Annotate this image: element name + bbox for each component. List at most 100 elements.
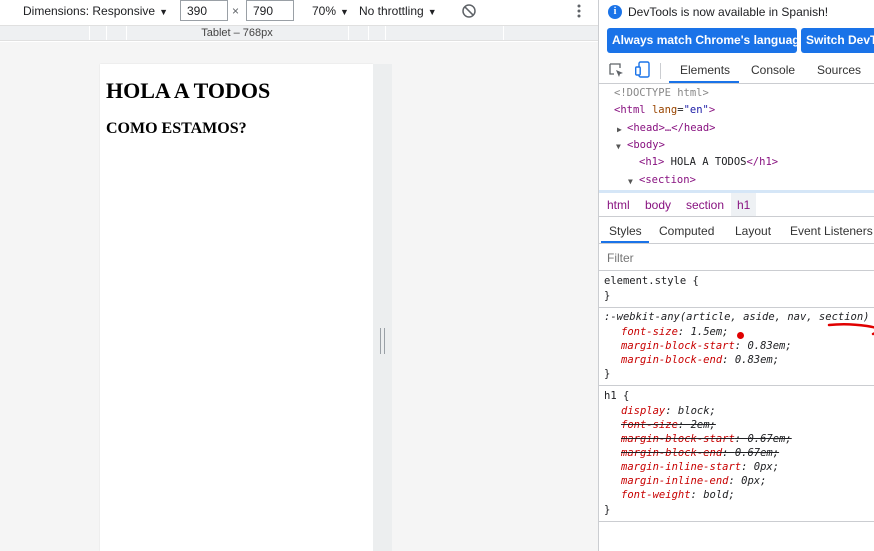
styles-filter-input[interactable] [607, 251, 857, 265]
property-name: margin-block-start [621, 340, 735, 352]
resize-handle-icon[interactable] [380, 328, 385, 354]
style-rule-element[interactable]: element.style { } [599, 272, 874, 308]
throttling-label: No throttling [359, 4, 424, 18]
chevron-down-icon: ▼ [340, 7, 349, 17]
filter-bar [599, 245, 874, 271]
rule-selector: element.style { [604, 275, 699, 287]
style-property[interactable]: margin-inline-end: 0px; [621, 474, 766, 488]
language-infobar: i DevTools is now available in Spanish! … [599, 0, 874, 58]
dom-node-body[interactable]: <body> [627, 137, 665, 154]
infobar-message: DevTools is now available in Spanish! [628, 5, 829, 19]
style-property-overridden[interactable]: margin-block-end: 0.67em; [621, 446, 779, 460]
rotate-icon[interactable] [461, 3, 477, 19]
tab-styles[interactable]: Styles [609, 224, 642, 238]
style-rule-h1[interactable]: h1 { display: block; font-size: 2em; mar… [599, 386, 874, 522]
tab-computed[interactable]: Computed [659, 224, 714, 238]
inspect-element-icon[interactable] [609, 63, 624, 78]
dom-node-h1[interactable]: <h1> HOLA A TODOS</h1> [639, 154, 778, 171]
breadcrumb-section[interactable]: section [686, 198, 724, 212]
chevron-down-icon: ▼ [427, 7, 437, 17]
dom-node-doctype[interactable]: <!DOCTYPE html> [614, 85, 709, 102]
devtools-panel: i DevTools is now available in Spanish! … [598, 0, 874, 551]
times-symbol: × [232, 4, 240, 18]
height-input[interactable] [246, 0, 294, 21]
collapsed-arrow-icon[interactable]: ▶ [617, 121, 622, 138]
dom-node-head[interactable]: <head>…</head> [627, 120, 716, 137]
tab-console[interactable]: Console [751, 63, 795, 77]
head-tag: <head>…</head> [627, 122, 716, 134]
rule-selector: h1 { [604, 390, 630, 402]
annotation-underline [827, 322, 874, 336]
dom-node-section[interactable]: <section> [639, 172, 696, 189]
viewport-area: HOLA A TODOS COMO ESTAMOS? [0, 42, 598, 551]
expanded-arrow-icon[interactable]: ▼ [616, 138, 621, 155]
property-name: font-size [621, 419, 678, 431]
device-toolbar: Dimensions: Responsive▼ × 70%▼ No thrott… [0, 0, 598, 22]
style-property[interactable]: font-size: 1.5em; [621, 325, 729, 339]
property-value: 1.5em; [690, 326, 729, 338]
chevron-down-icon: ▼ [159, 7, 168, 17]
breadcrumb-html[interactable]: html [607, 198, 630, 212]
media-segment[interactable] [503, 26, 504, 40]
property-value: 0.83em; [734, 354, 780, 366]
styles-tabbar: Styles Computed Layout Event Listeners [599, 218, 874, 244]
dimensions-dropdown[interactable]: Dimensions: Responsive ▼ [23, 4, 168, 18]
style-property-overridden[interactable]: font-size: 2em; [621, 418, 716, 432]
device-toggle-icon[interactable] [635, 61, 650, 78]
property-value: bold; [703, 489, 735, 501]
property-value: block; [677, 405, 716, 417]
more-options-icon[interactable] [574, 2, 584, 20]
property-value: 0px; [741, 475, 767, 487]
tab-layout[interactable]: Layout [735, 224, 771, 238]
style-rule-webkit-any[interactable]: :-webkit-any(article, aside, nav, sectio… [599, 308, 874, 386]
tab-sources[interactable]: Sources [817, 63, 861, 77]
style-property[interactable]: font-weight: bold; [621, 488, 735, 502]
rule-close-brace: } [604, 504, 611, 516]
media-query-label: Tablet – 768px [201, 27, 273, 39]
dom-node-html[interactable]: <html lang="en"> [614, 102, 715, 119]
rule-close-brace: } [604, 368, 611, 380]
style-property[interactable]: margin-block-start: 0.83em; [621, 339, 792, 353]
tab-elements[interactable]: Elements [680, 63, 730, 77]
breadcrumb-body[interactable]: body [645, 198, 671, 212]
style-property[interactable]: margin-block-end: 0.83em; [621, 353, 779, 367]
expanded-arrow-icon[interactable]: ▼ [628, 173, 633, 190]
active-tab-indicator [601, 241, 649, 243]
zoom-label: 70% [312, 4, 337, 18]
device-emulation-pane: Dimensions: Responsive▼ × 70%▼ No thrott… [0, 0, 598, 551]
zoom-dropdown[interactable]: 70% ▼ [312, 4, 349, 18]
throttling-dropdown[interactable]: No throttling ▼ [359, 4, 437, 18]
property-name: margin-block-end [621, 447, 723, 459]
rule-close-brace: } [604, 290, 611, 302]
property-name: font-weight [621, 489, 691, 501]
emulated-page[interactable]: HOLA A TODOS COMO ESTAMOS? [100, 64, 373, 551]
property-value: 0px; [753, 461, 780, 473]
h1-close-tag: </h1> [746, 156, 779, 168]
property-name: margin-block-end [621, 354, 723, 366]
style-property-overridden[interactable]: margin-block-start: 0.67em; [621, 432, 792, 446]
width-input[interactable] [180, 0, 228, 21]
property-value: 0.67em; [734, 447, 780, 459]
breadcrumb-h1[interactable]: h1 [731, 193, 757, 216]
resize-strip[interactable] [373, 64, 392, 551]
property-value: 2em; [690, 419, 716, 431]
switch-language-button[interactable]: Switch DevTools to Spanish [801, 28, 874, 53]
dimensions-label: Dimensions: Responsive [23, 4, 156, 18]
property-name: font-size [621, 326, 678, 338]
property-value: 0.83em; [747, 340, 792, 352]
tag-close: > [708, 104, 716, 116]
h1-text: HOLA A TODOS [664, 156, 747, 168]
always-match-language-button[interactable]: Always match Chrome's language [607, 28, 797, 53]
property-name: display [621, 405, 666, 417]
style-property[interactable]: display: block; [621, 404, 716, 418]
property-name: margin-inline-start [621, 461, 742, 473]
info-icon: i [608, 5, 622, 19]
style-property[interactable]: margin-inline-start: 0px; [621, 460, 779, 474]
lang-attribute: lang [651, 104, 678, 116]
property-name: margin-block-start [621, 433, 735, 445]
body-open-tag: <body> [627, 139, 665, 151]
toolbar-separator [660, 63, 661, 79]
page-heading: HOLA A TODOS [106, 78, 271, 103]
breadcrumb: html body section h1 [599, 193, 874, 217]
tab-event-listeners[interactable]: Event Listeners [790, 224, 873, 238]
